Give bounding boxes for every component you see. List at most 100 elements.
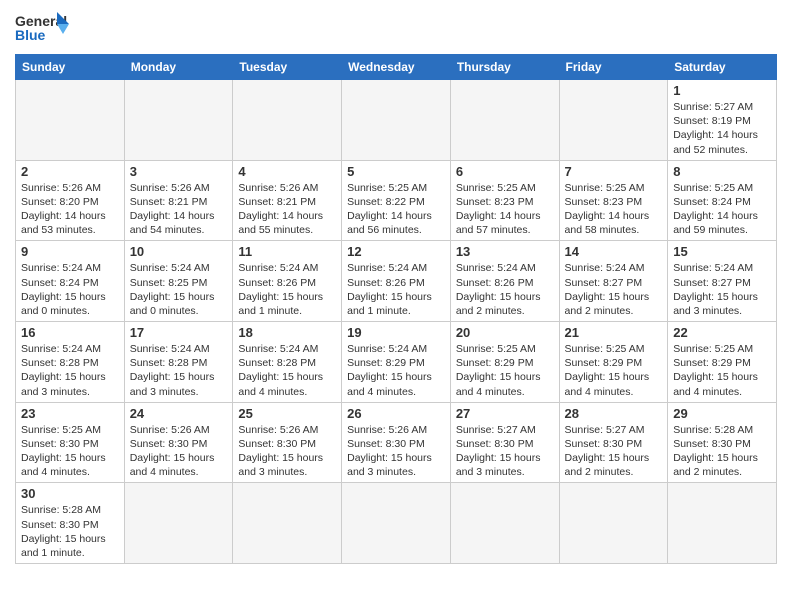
calendar-week-row: 9Sunrise: 5:24 AM Sunset: 8:24 PM Daylig… — [16, 241, 777, 322]
day-info: Sunrise: 5:25 AM Sunset: 8:29 PM Dayligh… — [565, 342, 663, 399]
calendar-cell: 21 Sunrise: 5:25 AM Sunset: 8:29 PM Dayli… — [559, 322, 668, 403]
day-number: 15 — [673, 244, 771, 259]
calendar-cell: 30Sunrise: 5:28 AM Sunset: 8:30 PM Dayli… — [16, 483, 125, 564]
day-info: Sunrise: 5:25 AM Sunset: 8:29 PM Dayligh… — [673, 342, 771, 399]
calendar-cell: 23 Sunrise: 5:25 AM Sunset: 8:30 PM Dayli… — [16, 402, 125, 483]
day-info: Sunrise: 5:28 AM Sunset: 8:30 PM Dayligh… — [21, 503, 119, 560]
day-info: Sunrise: 5:26 AM Sunset: 8:30 PM Dayligh… — [130, 423, 228, 480]
logo: GeneralBlue — [15, 10, 70, 48]
calendar-cell: 11Sunrise: 5:24 AM Sunset: 8:26 PM Dayli… — [233, 241, 342, 322]
calendar-cell: 8Sunrise: 5:25 AM Sunset: 8:24 PM Daylig… — [668, 160, 777, 241]
day-info: Sunrise: 5:25 AM Sunset: 8:23 PM Dayligh… — [565, 181, 663, 238]
calendar-cell — [124, 483, 233, 564]
day-number: 3 — [130, 164, 228, 179]
weekday-header-monday: Monday — [124, 55, 233, 80]
day-info: Sunrise: 5:24 AM Sunset: 8:26 PM Dayligh… — [347, 261, 445, 318]
day-info: Sunrise: 5:25 AM Sunset: 8:29 PM Dayligh… — [456, 342, 554, 399]
calendar-cell: 17Sunrise: 5:24 AM Sunset: 8:28 PM Dayli… — [124, 322, 233, 403]
calendar-cell — [124, 80, 233, 161]
calendar-cell: 2 Sunrise: 5:26 AM Sunset: 8:20 PM Daylig… — [16, 160, 125, 241]
day-info: Sunrise: 5:24 AM Sunset: 8:25 PM Dayligh… — [130, 261, 228, 318]
day-number: 4 — [238, 164, 336, 179]
calendar-cell: 28Sunrise: 5:27 AM Sunset: 8:30 PM Dayli… — [559, 402, 668, 483]
calendar-cell — [559, 483, 668, 564]
calendar-cell: 25 Sunrise: 5:26 AM Sunset: 8:30 PM Dayli… — [233, 402, 342, 483]
day-info: Sunrise: 5:24 AM Sunset: 8:26 PM Dayligh… — [238, 261, 336, 318]
day-number: 12 — [347, 244, 445, 259]
calendar-cell: 27 Sunrise: 5:27 AM Sunset: 8:30 PM Dayli… — [450, 402, 559, 483]
day-number: 7 — [565, 164, 663, 179]
calendar-cell: 18Sunrise: 5:24 AM Sunset: 8:28 PM Dayli… — [233, 322, 342, 403]
page-header: GeneralBlue — [15, 10, 777, 48]
calendar-week-row: 1 Sunrise: 5:27 AM Sunset: 8:19 PM Daylig… — [16, 80, 777, 161]
calendar-cell: 7 Sunrise: 5:25 AM Sunset: 8:23 PM Daylig… — [559, 160, 668, 241]
calendar-cell — [233, 80, 342, 161]
day-number: 14 — [565, 244, 663, 259]
day-number: 25 — [238, 406, 336, 421]
day-info: Sunrise: 5:24 AM Sunset: 8:27 PM Dayligh… — [673, 261, 771, 318]
day-number: 6 — [456, 164, 554, 179]
day-number: 21 — [565, 325, 663, 340]
calendar-cell: 24 Sunrise: 5:26 AM Sunset: 8:30 PM Dayli… — [124, 402, 233, 483]
calendar-cell — [342, 80, 451, 161]
day-number: 2 — [21, 164, 119, 179]
calendar-cell: 1 Sunrise: 5:27 AM Sunset: 8:19 PM Daylig… — [668, 80, 777, 161]
day-number: 5 — [347, 164, 445, 179]
day-info: Sunrise: 5:24 AM Sunset: 8:24 PM Dayligh… — [21, 261, 119, 318]
calendar-table: SundayMondayTuesdayWednesdayThursdayFrid… — [15, 54, 777, 564]
day-info: Sunrise: 5:26 AM Sunset: 8:20 PM Dayligh… — [21, 181, 119, 238]
calendar-week-row: 30Sunrise: 5:28 AM Sunset: 8:30 PM Dayli… — [16, 483, 777, 564]
calendar-cell: 13 Sunrise: 5:24 AM Sunset: 8:26 PM Dayli… — [450, 241, 559, 322]
calendar-cell — [450, 80, 559, 161]
calendar-cell — [233, 483, 342, 564]
day-number: 1 — [673, 83, 771, 98]
calendar-cell: 10Sunrise: 5:24 AM Sunset: 8:25 PM Dayli… — [124, 241, 233, 322]
day-info: Sunrise: 5:27 AM Sunset: 8:30 PM Dayligh… — [456, 423, 554, 480]
day-number: 29 — [673, 406, 771, 421]
day-number: 20 — [456, 325, 554, 340]
day-info: Sunrise: 5:24 AM Sunset: 8:28 PM Dayligh… — [238, 342, 336, 399]
day-number: 22 — [673, 325, 771, 340]
calendar-cell: 20 Sunrise: 5:25 AM Sunset: 8:29 PM Dayli… — [450, 322, 559, 403]
day-info: Sunrise: 5:26 AM Sunset: 8:30 PM Dayligh… — [347, 423, 445, 480]
day-number: 26 — [347, 406, 445, 421]
logo-svg: GeneralBlue — [15, 10, 70, 48]
day-info: Sunrise: 5:24 AM Sunset: 8:27 PM Dayligh… — [565, 261, 663, 318]
day-info: Sunrise: 5:25 AM Sunset: 8:23 PM Dayligh… — [456, 181, 554, 238]
day-number: 13 — [456, 244, 554, 259]
weekday-header-saturday: Saturday — [668, 55, 777, 80]
day-info: Sunrise: 5:27 AM Sunset: 8:19 PM Dayligh… — [673, 100, 771, 157]
weekday-header-thursday: Thursday — [450, 55, 559, 80]
calendar-cell: 3 Sunrise: 5:26 AM Sunset: 8:21 PM Daylig… — [124, 160, 233, 241]
weekday-header-tuesday: Tuesday — [233, 55, 342, 80]
day-info: Sunrise: 5:25 AM Sunset: 8:30 PM Dayligh… — [21, 423, 119, 480]
day-number: 23 — [21, 406, 119, 421]
calendar-cell — [16, 80, 125, 161]
calendar-cell: 19 Sunrise: 5:24 AM Sunset: 8:29 PM Dayli… — [342, 322, 451, 403]
day-info: Sunrise: 5:24 AM Sunset: 8:28 PM Dayligh… — [21, 342, 119, 399]
calendar-cell — [668, 483, 777, 564]
day-info: Sunrise: 5:24 AM Sunset: 8:28 PM Dayligh… — [130, 342, 228, 399]
weekday-header-friday: Friday — [559, 55, 668, 80]
day-number: 19 — [347, 325, 445, 340]
svg-text:Blue: Blue — [15, 27, 46, 43]
day-info: Sunrise: 5:24 AM Sunset: 8:26 PM Dayligh… — [456, 261, 554, 318]
day-info: Sunrise: 5:24 AM Sunset: 8:29 PM Dayligh… — [347, 342, 445, 399]
day-number: 24 — [130, 406, 228, 421]
calendar-cell: 14 Sunrise: 5:24 AM Sunset: 8:27 PM Dayli… — [559, 241, 668, 322]
weekday-header-wednesday: Wednesday — [342, 55, 451, 80]
calendar-cell — [450, 483, 559, 564]
calendar-cell: 22 Sunrise: 5:25 AM Sunset: 8:29 PM Dayli… — [668, 322, 777, 403]
day-info: Sunrise: 5:28 AM Sunset: 8:30 PM Dayligh… — [673, 423, 771, 480]
day-number: 16 — [21, 325, 119, 340]
day-number: 27 — [456, 406, 554, 421]
day-info: Sunrise: 5:26 AM Sunset: 8:21 PM Dayligh… — [130, 181, 228, 238]
day-info: Sunrise: 5:25 AM Sunset: 8:24 PM Dayligh… — [673, 181, 771, 238]
calendar-cell — [559, 80, 668, 161]
weekday-header-row: SundayMondayTuesdayWednesdayThursdayFrid… — [16, 55, 777, 80]
calendar-cell: 15 Sunrise: 5:24 AM Sunset: 8:27 PM Dayli… — [668, 241, 777, 322]
day-info: Sunrise: 5:26 AM Sunset: 8:30 PM Dayligh… — [238, 423, 336, 480]
calendar-cell: 9Sunrise: 5:24 AM Sunset: 8:24 PM Daylig… — [16, 241, 125, 322]
calendar-week-row: 16 Sunrise: 5:24 AM Sunset: 8:28 PM Dayli… — [16, 322, 777, 403]
calendar-week-row: 23 Sunrise: 5:25 AM Sunset: 8:30 PM Dayli… — [16, 402, 777, 483]
